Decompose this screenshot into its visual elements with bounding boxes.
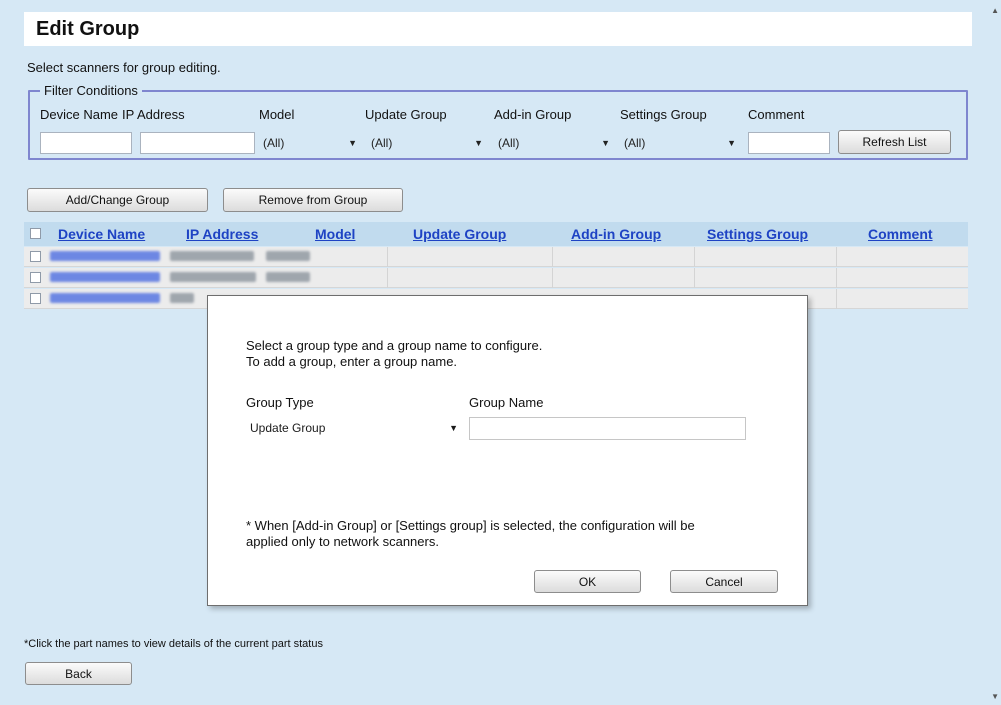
device-name-link[interactable] <box>50 272 160 282</box>
row-checkbox[interactable] <box>30 293 41 304</box>
addin-group-filter-select[interactable]: (All) ▼ <box>494 132 612 154</box>
filter-conditions-panel: Filter Conditions Device Name IP Address… <box>28 83 968 160</box>
group-name-label: Group Name <box>469 395 544 410</box>
column-comment[interactable]: Comment <box>868 226 933 242</box>
row-checkbox[interactable] <box>30 251 41 262</box>
device-name-link[interactable] <box>50 251 160 261</box>
group-type-label: Group Type <box>246 395 314 410</box>
update-group-filter-select[interactable]: (All) ▼ <box>367 132 485 154</box>
device-table-header: Device Name IP Address Model Update Grou… <box>24 222 968 246</box>
cancel-button[interactable]: Cancel <box>670 570 778 593</box>
dialog-note-2: applied only to network scanners. <box>246 534 439 549</box>
column-model[interactable]: Model <box>315 226 355 242</box>
filter-label-comment: Comment <box>748 107 805 122</box>
table-row[interactable] <box>24 268 968 288</box>
column-addin-group[interactable]: Add-in Group <box>571 226 661 242</box>
scroll-down-icon[interactable]: ▼ <box>991 692 999 701</box>
part-status-footnote: *Click the part names to view details of… <box>24 638 323 650</box>
filter-label-device-name: Device Name <box>40 107 119 122</box>
column-update-group[interactable]: Update Group <box>413 226 506 242</box>
model-filter-value: (All) <box>263 136 285 150</box>
column-settings-group[interactable]: Settings Group <box>707 226 808 242</box>
page-subtitle: Select scanners for group editing. <box>27 60 221 75</box>
chevron-down-icon: ▼ <box>727 138 736 148</box>
chevron-down-icon: ▼ <box>449 423 458 433</box>
table-row[interactable] <box>24 247 968 267</box>
filter-label-ip-address: IP Address <box>122 107 185 122</box>
chevron-down-icon: ▼ <box>474 138 483 148</box>
group-type-value: Update Group <box>250 421 326 435</box>
ip-address-value <box>170 293 194 303</box>
edit-group-page: Edit Group Select scanners for group edi… <box>0 0 1001 705</box>
addin-group-filter-value: (All) <box>498 136 520 150</box>
dialog-instruction-2: To add a group, enter a group name. <box>246 354 458 369</box>
filter-label-update-group: Update Group <box>365 107 447 122</box>
column-device-name[interactable]: Device Name <box>58 226 145 242</box>
chevron-down-icon: ▼ <box>348 138 357 148</box>
update-group-filter-value: (All) <box>371 136 393 150</box>
group-type-select[interactable]: Update Group ▼ <box>246 416 462 440</box>
scroll-up-icon[interactable]: ▲ <box>991 6 999 15</box>
row-checkbox[interactable] <box>30 272 41 283</box>
back-button[interactable]: Back <box>25 662 132 685</box>
filter-label-settings-group: Settings Group <box>620 107 707 122</box>
device-name-filter-input[interactable] <box>40 132 132 154</box>
dialog-note-1: * When [Add-in Group] or [Settings group… <box>246 518 695 533</box>
ip-address-value <box>170 251 254 261</box>
filter-label-model: Model <box>259 107 295 122</box>
add-change-group-button[interactable]: Add/Change Group <box>27 188 208 212</box>
ip-address-value <box>170 272 256 282</box>
comment-filter-input[interactable] <box>748 132 830 154</box>
ip-address-filter-input[interactable] <box>140 132 255 154</box>
select-all-checkbox[interactable] <box>30 228 41 239</box>
filter-label-addin-group: Add-in Group <box>494 107 572 122</box>
filter-legend: Filter Conditions <box>40 83 142 98</box>
group-config-dialog: Select a group type and a group name to … <box>207 295 808 606</box>
remove-from-group-button[interactable]: Remove from Group <box>223 188 403 212</box>
page-title: Edit Group <box>24 12 972 46</box>
device-name-link[interactable] <box>50 293 160 303</box>
dialog-instruction-1: Select a group type and a group name to … <box>246 338 543 353</box>
model-value <box>266 251 310 261</box>
model-value <box>266 272 310 282</box>
settings-group-filter-select[interactable]: (All) ▼ <box>620 132 738 154</box>
settings-group-filter-value: (All) <box>624 136 646 150</box>
refresh-list-button[interactable]: Refresh List <box>838 130 951 154</box>
column-ip-address[interactable]: IP Address <box>186 226 258 242</box>
ok-button[interactable]: OK <box>534 570 641 593</box>
model-filter-select[interactable]: (All) ▼ <box>259 132 359 154</box>
chevron-down-icon: ▼ <box>601 138 610 148</box>
group-name-input[interactable] <box>469 417 746 440</box>
